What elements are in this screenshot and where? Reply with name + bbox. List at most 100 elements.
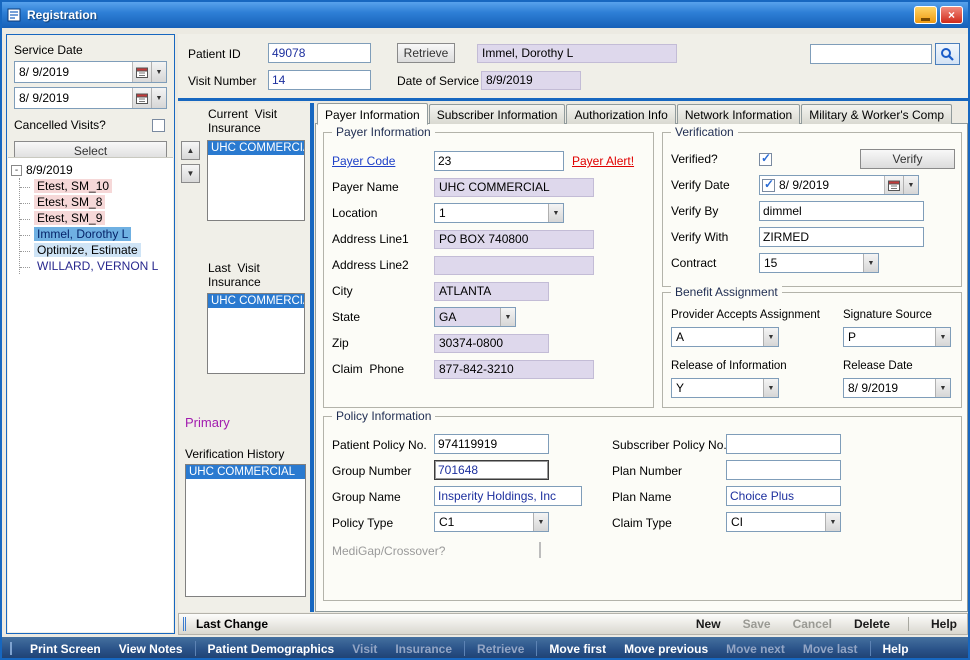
city-label: City bbox=[332, 284, 434, 298]
chevron-down-icon[interactable]: ▼ bbox=[935, 379, 950, 397]
tree-item-patient[interactable]: WILLARD, VERNON L bbox=[20, 258, 170, 274]
claim-type-select[interactable]: CI ▼ bbox=[726, 512, 841, 532]
tree-item-patient[interactable]: Optimize, Estimate bbox=[20, 242, 170, 258]
help-toolbar-button[interactable]: Help bbox=[874, 642, 918, 656]
chevron-down-icon[interactable]: ▼ bbox=[825, 513, 840, 531]
titlebar: Registration × bbox=[2, 2, 968, 28]
view-notes-button[interactable]: View Notes bbox=[110, 642, 192, 656]
contract-select[interactable]: 15 ▼ bbox=[759, 253, 879, 273]
verified-checkbox[interactable] bbox=[759, 153, 772, 166]
search-button[interactable] bbox=[935, 43, 960, 65]
verification-history-list[interactable]: UHC COMMERCIAL bbox=[185, 464, 306, 597]
policy-type-select[interactable]: C1 ▼ bbox=[434, 512, 549, 532]
service-date-start-picker[interactable]: 8/ 9/2019 ▼ bbox=[14, 61, 167, 83]
patient-policy-no-label: Patient Policy No. bbox=[332, 438, 427, 452]
chevron-down-icon[interactable]: ▼ bbox=[763, 328, 778, 346]
tree-item-patient[interactable]: Etest, SM_9 bbox=[20, 210, 170, 226]
print-screen-button[interactable]: Print Screen bbox=[21, 642, 110, 656]
signature-source-select[interactable]: P ▼ bbox=[843, 327, 951, 347]
help-button[interactable]: Help bbox=[931, 617, 957, 631]
tree-root-node[interactable]: - 8/9/2019 bbox=[11, 163, 170, 177]
city-display: ATLANTA bbox=[434, 282, 549, 301]
verify-date-checkbox[interactable] bbox=[762, 179, 775, 192]
tree-item-patient-selected[interactable]: Immel, Dorothy L bbox=[20, 226, 170, 242]
calendar-icon[interactable] bbox=[132, 88, 151, 108]
cancel-button[interactable]: Cancel bbox=[793, 617, 832, 631]
retrieve-toolbar-button[interactable]: Retrieve bbox=[468, 642, 533, 656]
address-line1-display: PO BOX 740800 bbox=[434, 230, 594, 249]
group-number-input[interactable] bbox=[434, 460, 549, 480]
release-date-picker[interactable]: 8/ 9/2019 ▼ bbox=[843, 378, 951, 398]
last-insurance-list[interactable]: UHC COMMERCIAL bbox=[207, 293, 305, 374]
address-line2-label: Address Line2 bbox=[332, 258, 434, 272]
payer-code-link[interactable]: Payer Code bbox=[332, 154, 395, 168]
close-button[interactable]: × bbox=[940, 6, 963, 24]
visit-number-input[interactable] bbox=[268, 70, 371, 90]
tree-item-patient[interactable]: Etest, SM_10 bbox=[20, 178, 170, 194]
service-date-end-picker[interactable]: 8/ 9/2019 ▼ bbox=[14, 87, 167, 109]
chevron-down-icon[interactable]: ▼ bbox=[863, 254, 878, 272]
move-previous-button[interactable]: Move previous bbox=[615, 642, 717, 656]
verify-date-picker[interactable]: 8/ 9/2019 ▼ bbox=[759, 175, 919, 195]
list-item[interactable]: UHC COMMERCIAL bbox=[186, 465, 305, 479]
plan-number-input[interactable] bbox=[726, 460, 841, 480]
patient-id-input[interactable] bbox=[268, 43, 371, 63]
delete-button[interactable]: Delete bbox=[854, 617, 890, 631]
medigap-crossover-checkbox[interactable] bbox=[539, 542, 541, 558]
move-up-button[interactable]: ▲ bbox=[181, 141, 200, 160]
minimize-button[interactable] bbox=[914, 6, 937, 24]
claim-phone-label: Claim Phone bbox=[332, 362, 434, 376]
chevron-down-icon[interactable]: ▼ bbox=[533, 513, 548, 531]
cancelled-visits-checkbox[interactable] bbox=[152, 119, 165, 132]
chevron-down-icon[interactable]: ▼ bbox=[935, 328, 950, 346]
list-item[interactable]: UHC COMMERCIAL bbox=[208, 141, 304, 155]
verify-button[interactable]: Verify bbox=[860, 149, 955, 169]
provider-accepts-assignment-select[interactable]: A ▼ bbox=[671, 327, 779, 347]
state-select[interactable]: GA ▼ bbox=[434, 307, 516, 327]
group-name-input[interactable] bbox=[434, 486, 582, 506]
collapse-icon[interactable]: - bbox=[11, 165, 22, 176]
chevron-down-icon[interactable]: ▼ bbox=[548, 204, 563, 222]
service-date-panel: Service Date 8/ 9/2019 ▼ 8/ 9/2019 ▼ Can… bbox=[6, 34, 175, 634]
patient-demographics-button[interactable]: Patient Demographics bbox=[199, 642, 344, 656]
patient-id-label: Patient ID bbox=[188, 47, 241, 61]
chevron-down-icon[interactable]: ▼ bbox=[500, 308, 515, 326]
subscriber-policy-no-input[interactable] bbox=[726, 434, 841, 454]
move-next-button[interactable]: Move next bbox=[717, 642, 794, 656]
move-last-button[interactable]: Move last bbox=[794, 642, 867, 656]
group-title: Policy Information bbox=[332, 409, 435, 423]
signature-source-label: Signature Source bbox=[843, 309, 932, 321]
chevron-down-icon[interactable]: ▼ bbox=[763, 379, 778, 397]
calendar-icon[interactable] bbox=[884, 176, 903, 194]
verify-by-input[interactable] bbox=[759, 201, 924, 221]
retrieve-button[interactable]: Retrieve bbox=[397, 43, 455, 63]
release-of-information-select[interactable]: Y ▼ bbox=[671, 378, 779, 398]
patient-policy-no-input[interactable] bbox=[434, 434, 549, 454]
save-button[interactable]: Save bbox=[743, 617, 771, 631]
move-down-button[interactable]: ▼ bbox=[181, 164, 200, 183]
new-button[interactable]: New bbox=[696, 617, 721, 631]
insurance-button[interactable]: Insurance bbox=[386, 642, 461, 656]
chevron-down-icon[interactable]: ▼ bbox=[151, 88, 166, 108]
tab-network-information[interactable]: Network Information bbox=[677, 104, 800, 124]
date-of-service-label: Date of Service bbox=[397, 74, 479, 88]
visit-button[interactable]: Visit bbox=[343, 642, 386, 656]
verify-with-input[interactable] bbox=[759, 227, 924, 247]
chevron-down-icon[interactable]: ▼ bbox=[903, 176, 918, 194]
payer-alert-link[interactable]: Payer Alert! bbox=[572, 154, 634, 168]
chevron-down-icon[interactable]: ▼ bbox=[151, 62, 166, 82]
location-select[interactable]: 1 ▼ bbox=[434, 203, 564, 223]
list-item[interactable]: UHC COMMERCIAL bbox=[208, 294, 304, 308]
tree-item-patient[interactable]: Etest, SM_8 bbox=[20, 194, 170, 210]
current-insurance-list[interactable]: UHC COMMERCIAL bbox=[207, 140, 305, 221]
tab-authorization-info[interactable]: Authorization Info bbox=[566, 104, 675, 124]
plan-name-input[interactable] bbox=[726, 486, 841, 506]
tab-subscriber-information[interactable]: Subscriber Information bbox=[429, 104, 566, 124]
payer-code-input[interactable] bbox=[434, 151, 564, 171]
tab-military-workers-comp[interactable]: Military & Worker's Comp bbox=[801, 104, 952, 124]
release-date-label: Release Date bbox=[843, 360, 913, 372]
move-first-button[interactable]: Move first bbox=[540, 642, 615, 656]
calendar-icon[interactable] bbox=[132, 62, 151, 82]
search-input[interactable] bbox=[810, 44, 932, 64]
tab-payer-information[interactable]: Payer Information bbox=[317, 103, 428, 125]
